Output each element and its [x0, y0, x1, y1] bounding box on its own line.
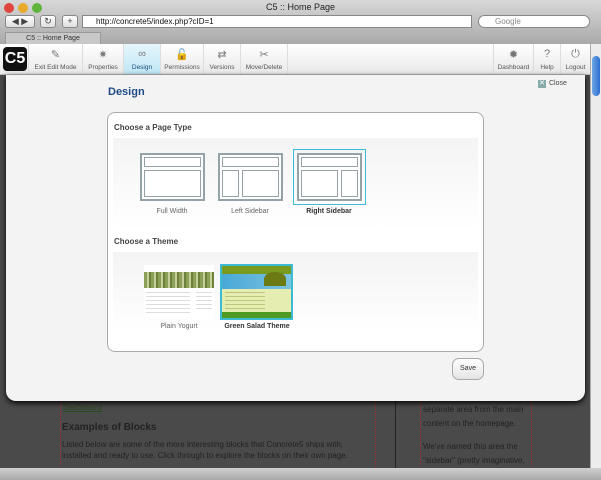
move-delete-button[interactable]: ✂ Move/Delete: [240, 44, 288, 74]
dashboard-link[interactable]: Dashboard: [63, 403, 102, 412]
label: Exit Edit Mode: [34, 64, 77, 71]
glasses-icon: ∞: [138, 48, 146, 60]
label: Design: [131, 64, 153, 71]
versions-icon: ⇄: [217, 49, 227, 61]
search-field[interactable]: Google: [478, 15, 590, 28]
back-forward-button[interactable]: ◀ ▶: [5, 15, 35, 28]
logout-button[interactable]: ⏻ Logout: [560, 44, 590, 74]
label: Permissions: [164, 64, 200, 71]
theme-green-salad[interactable]: [220, 264, 293, 320]
theme-label: Plain Yogurt: [160, 323, 198, 330]
page-type-heading: Choose a Page Type: [114, 123, 192, 132]
edit-toolbar: C5 ✎ Exit Edit Mode ✷ Properties ∞ Design 🔓…: [0, 44, 590, 75]
sidebar-text-2: We've named this area the "sidebar" (pre…: [423, 442, 525, 465]
versions-button[interactable]: ⇄ Versions: [203, 44, 240, 74]
sidebar-text-1: separate area from the main content on t…: [423, 405, 524, 428]
design-dialog: Design ✕ Close Choose a Page Type Full Wi…: [6, 75, 585, 401]
close-icon: ✕: [538, 80, 546, 88]
dialog-title: Design: [108, 86, 145, 98]
gear-icon: ✷: [98, 49, 108, 61]
close-label: Close: [549, 80, 567, 87]
page-type-full-width[interactable]: [140, 153, 205, 201]
page-type-label-selected: Right Sidebar: [306, 208, 352, 215]
close-button[interactable]: ✕ Close: [538, 80, 567, 88]
label: Dashboard: [497, 64, 530, 71]
blocks-paragraph: Listed below are some of the more intere…: [62, 440, 348, 460]
help-button[interactable]: ? Help: [533, 44, 560, 74]
theme-heading: Choose a Theme: [114, 237, 179, 246]
exit-icon: ✎: [50, 49, 61, 61]
blocks-heading: Examples of Blocks: [62, 422, 157, 433]
permissions-button[interactable]: 🔓 Permissions: [160, 44, 203, 74]
label: Logout: [565, 64, 586, 71]
label: Versions: [209, 64, 235, 71]
save-button[interactable]: Save: [452, 358, 484, 380]
page-type-list: Full Width Left Sidebar Right Sidebar: [113, 138, 478, 230]
theme-plain-yogurt[interactable]: [144, 265, 214, 319]
label: Help: [540, 64, 554, 71]
url-field[interactable]: http://concrete5/index.php?cID=1: [82, 15, 472, 28]
label: Move/Delete: [245, 64, 283, 71]
status-bar: [0, 468, 601, 480]
exit-edit-mode-button[interactable]: ✎ Exit Edit Mode: [28, 44, 82, 74]
properties-button[interactable]: ✷ Properties: [82, 44, 123, 74]
add-bookmark-button[interactable]: +: [62, 15, 78, 28]
window-title: C5 :: Home Page: [265, 2, 336, 12]
scrollbar-thumb[interactable]: [592, 56, 600, 96]
page-type-label: Left Sidebar: [231, 208, 269, 215]
logout-icon: ⏻: [571, 48, 580, 60]
page-type-left-sidebar[interactable]: [218, 153, 283, 201]
label: Properties: [88, 64, 118, 71]
scrollbar[interactable]: [590, 44, 601, 468]
dashboard-icon: ✹: [508, 49, 519, 61]
dashboard-button[interactable]: ✹ Dashboard: [493, 44, 533, 74]
reload-button[interactable]: ↻: [40, 15, 56, 28]
design-button[interactable]: ∞ Design: [123, 44, 160, 74]
browser-chrome: C5 :: Home Page ◀ ▶ ↻ + http://concrete5…: [0, 0, 601, 44]
scissors-icon: ✂: [259, 49, 269, 61]
page-type-right-sidebar[interactable]: [297, 153, 362, 201]
background-page: Dashboard Examples of Blocks Listed belo…: [0, 400, 590, 468]
lock-icon: 🔓: [175, 49, 189, 61]
browser-tab[interactable]: C5 :: Home Page: [5, 32, 101, 44]
design-panel: Choose a Page Type Full Width Left Sideb…: [107, 112, 484, 352]
c5-logo[interactable]: C5: [3, 47, 27, 71]
theme-label-selected: Green Salad Theme: [224, 323, 290, 330]
theme-list: Plain Yogurt Green Salad Theme: [113, 252, 478, 332]
page-type-label: Full Width: [156, 208, 188, 215]
help-icon: ?: [543, 48, 551, 60]
